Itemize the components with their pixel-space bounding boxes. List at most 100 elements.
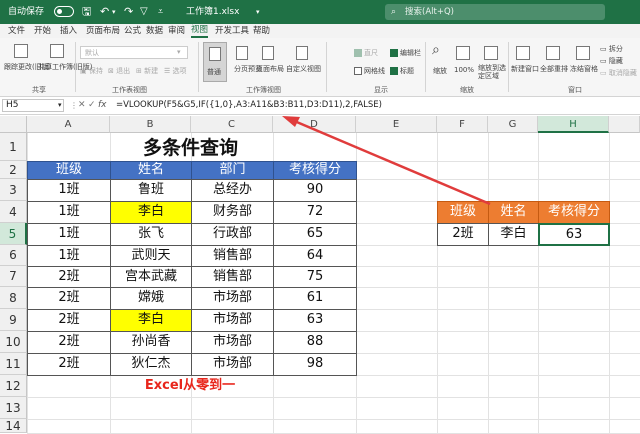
customize-toolbar-icon[interactable]: ⩡ [158, 0, 163, 24]
group-label-workbook-views: 工作簿视图 [246, 86, 281, 94]
more-icon: ⋮ [70, 101, 78, 110]
menu-help[interactable]: 帮助 [253, 24, 270, 38]
group-separator [198, 42, 199, 92]
title-bar: 自动保存 🖫 ↶ ▾ ↷ ▽ ⩡ 工作簿1.xlsx ▾ ⌕ 搜索(Alt+Q) [0, 0, 640, 24]
menu-file[interactable]: 文件 [8, 24, 25, 38]
formula-input[interactable]: =VLOOKUP(F5&G5,IF({1,0},A3:A11&B3:B11,D3… [116, 97, 382, 114]
menu-data[interactable]: 数据 [146, 24, 163, 38]
keep-button[interactable]: ▣ 保持 [80, 66, 103, 76]
redo-icon[interactable]: ↷ [124, 0, 133, 24]
zoom-selection-button[interactable]: 缩放到选定区域 [478, 64, 508, 80]
ribbon: 跟踪更改(旧版) 共享工作簿(旧版) 共享 默认 ▾ ▣ 保持 ⊠ 退出 ⊞ 新… [0, 38, 640, 97]
freeze-panes-button[interactable]: 冻结窗格 [570, 64, 598, 74]
save-icon[interactable]: 🖫 [82, 0, 91, 24]
zoom-icon: ⌕ [432, 42, 440, 58]
group-separator [425, 42, 426, 92]
menu-view[interactable]: 视图 [191, 24, 209, 38]
group-separator [508, 42, 509, 92]
chevron-down-icon[interactable]: ▾ [58, 97, 62, 114]
checkbox-icon [354, 67, 362, 75]
group-separator [75, 42, 76, 92]
zoom-100-icon [456, 46, 470, 60]
exit-button[interactable]: ⊠ 退出 [108, 66, 130, 76]
custom-views-button[interactable]: 自定义视图 [286, 64, 321, 74]
page-layout-button[interactable]: 页面布局 [256, 64, 284, 74]
group-separator [326, 42, 327, 92]
new-window-icon [516, 46, 530, 60]
arrange-all-icon [546, 46, 560, 60]
zoom-selection-icon [484, 46, 498, 60]
group-label-zoom: 缩放 [460, 86, 474, 94]
autosave-label: 自动保存 [8, 7, 45, 17]
checkbox-icon [390, 67, 398, 75]
ruler-checkbox[interactable]: 直尺 [354, 48, 378, 58]
filter-icon[interactable]: ▽ [140, 0, 148, 24]
name-box[interactable]: H5 [2, 99, 64, 112]
menu-review[interactable]: 审阅 [168, 24, 185, 38]
gridlines-label: 网格线 [364, 67, 385, 75]
menu-developer[interactable]: 开发工具 [215, 24, 249, 38]
enter-icon[interactable]: ✓ [88, 97, 96, 114]
checkbox-icon [354, 49, 362, 57]
hide-label: 隐藏 [608, 57, 623, 65]
share-workbook-icon [50, 44, 64, 58]
menu-home[interactable]: 开始 [34, 24, 51, 38]
options-label: 选项 [172, 67, 187, 75]
cancel-icon[interactable]: ✕ [78, 97, 86, 114]
custom-views-icon [296, 46, 308, 60]
sheet-view-dropdown-value: 默认 [85, 49, 99, 57]
keep-label: 保持 [88, 67, 103, 75]
formula-bar-checkbox[interactable]: 编辑栏 [390, 48, 421, 58]
menu-bar: 文件 开始 插入 页面布局 公式 数据 审阅 视图 开发工具 帮助 [0, 24, 640, 38]
options-button[interactable]: ☰ 选项 [164, 66, 187, 76]
search-placeholder: 搜索(Alt+Q) [405, 7, 454, 17]
autosave-toggle[interactable] [54, 6, 74, 17]
insert-function-icon[interactable]: fx [98, 97, 107, 114]
unhide-button[interactable]: ▭ 取消隐藏 [600, 68, 637, 78]
group-label-sheet-view: 工作表视图 [112, 86, 147, 94]
menu-insert[interactable]: 插入 [60, 24, 77, 38]
chevron-down-icon: ▾ [177, 48, 181, 56]
arrange-all-button[interactable]: 全部重排 [540, 64, 568, 74]
sheet-view-dropdown[interactable]: 默认 ▾ [80, 46, 188, 59]
checkbox-icon [390, 49, 398, 57]
annotation-arrow [282, 116, 491, 206]
group-label-show: 显示 [374, 86, 388, 94]
search-icon: ⌕ [391, 7, 397, 17]
unhide-label: 取消隐藏 [608, 69, 637, 77]
page-break-icon [236, 46, 248, 60]
chevron-down-icon[interactable]: ▾ [112, 0, 116, 24]
track-changes-icon [14, 44, 28, 58]
page-layout-icon [262, 46, 274, 60]
arrow-line [291, 118, 491, 206]
headings-label: 标题 [400, 67, 414, 75]
menu-formulas[interactable]: 公式 [124, 24, 141, 38]
worksheet-grid[interactable]: ABCDEFGH 1 2 3 4 5 6 7 8 9 10 11 12 13 14 班级 姓名 部门 考核得分 1… [0, 116, 640, 434]
freeze-panes-icon [576, 46, 590, 60]
gridlines-checkbox[interactable]: 网格线 [354, 66, 385, 76]
hide-button[interactable]: ▭ 隐藏 [600, 56, 623, 66]
normal-view-button[interactable]: 普通 [203, 42, 227, 82]
new-view-button[interactable]: ⊞ 新建 [136, 66, 158, 76]
ruler-label: 直尺 [364, 49, 378, 57]
name-box-value: H5 [6, 100, 19, 110]
chevron-down-icon[interactable]: ▾ [256, 0, 260, 24]
group-label-window: 窗口 [568, 86, 582, 94]
split-label: 拆分 [608, 45, 623, 53]
zoom-button[interactable]: 缩放 [433, 66, 447, 76]
normal-view-icon [209, 47, 221, 61]
menu-page-layout[interactable]: 页面布局 [86, 24, 120, 38]
undo-icon[interactable]: ↶ [100, 0, 109, 24]
exit-label: 退出 [116, 67, 131, 75]
new-window-button[interactable]: 新建窗口 [511, 64, 539, 74]
formula-bar: H5 ▾ ⋮ ✕ ✓ fx =VLOOKUP(F5&G5,IF({1,0},A3… [0, 97, 640, 115]
search-input[interactable]: ⌕ 搜索(Alt+Q) [385, 4, 605, 20]
group-label-share: 共享 [32, 86, 46, 94]
normal-view-label: 普通 [207, 68, 221, 76]
file-name: 工作簿1.xlsx [186, 7, 240, 17]
zoom-100-button[interactable]: 100% [454, 66, 474, 74]
new-view-label: 新建 [144, 67, 159, 75]
headings-checkbox[interactable]: 标题 [390, 66, 414, 76]
split-button[interactable]: ▭ 拆分 [600, 44, 623, 54]
formula-bar-label: 编辑栏 [400, 49, 421, 57]
